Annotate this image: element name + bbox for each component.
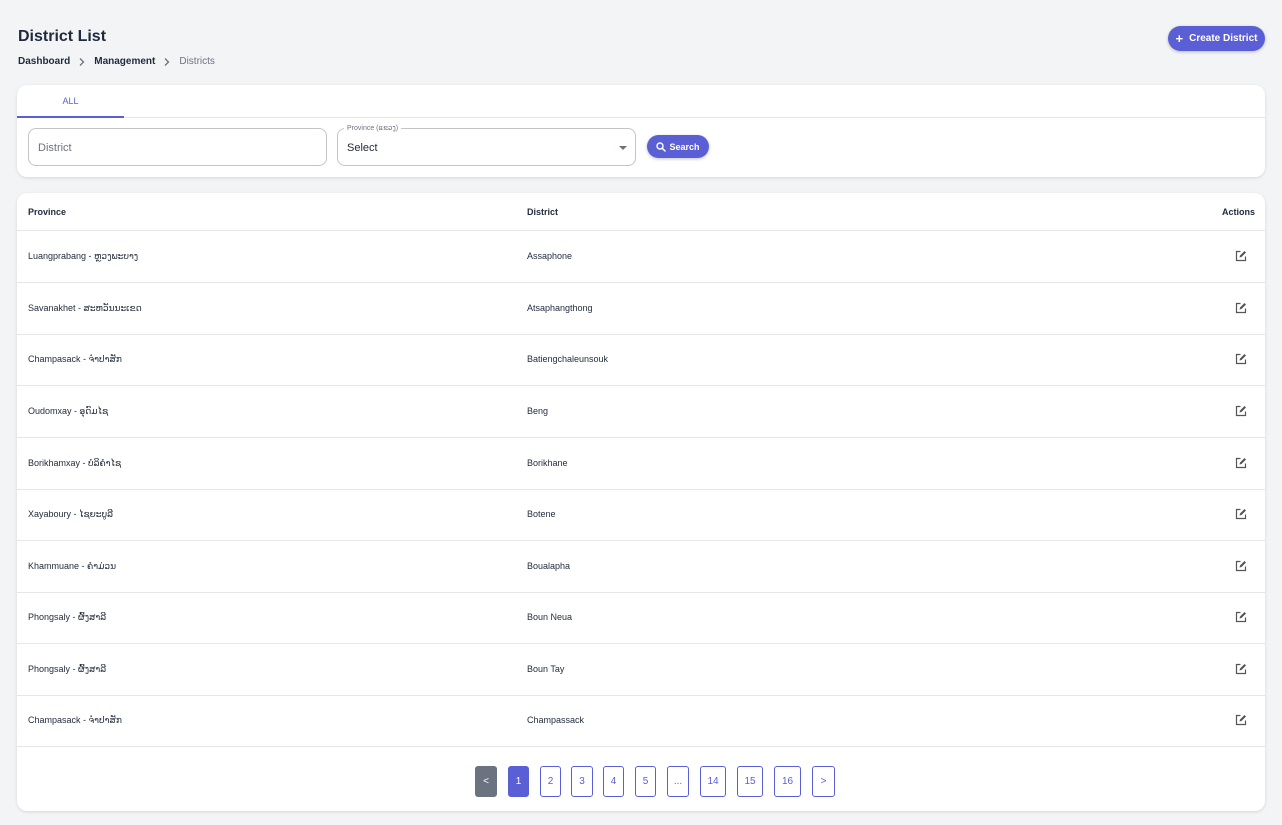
pagination-page-1[interactable]: 1 (508, 766, 529, 797)
column-header-actions: Actions (1221, 207, 1255, 217)
province-cell: Phongsaly - ຜົ້ງສາລີ (28, 664, 107, 674)
edit-icon[interactable] (1235, 508, 1247, 520)
column-header-district: District (527, 207, 559, 217)
table-row: Borikhamxay - ບໍລິຄຳໄຊ Borikhane (17, 438, 1265, 490)
create-district-button[interactable]: + Create District (1168, 26, 1265, 51)
edit-icon[interactable] (1235, 560, 1247, 572)
edit-icon[interactable] (1235, 714, 1247, 726)
edit-icon[interactable] (1235, 663, 1247, 675)
district-table: Province District Actions Luangprabang -… (17, 193, 1265, 811)
province-cell: Savanakhet - ສະຫວັນນະເຂດ (28, 303, 142, 313)
district-cell: Botene (527, 509, 556, 519)
breadcrumb-dashboard[interactable]: Dashboard (18, 56, 70, 67)
edit-icon[interactable] (1235, 611, 1247, 623)
district-cell: Boun Neua (527, 612, 573, 622)
province-cell: Champasack - ຈຳປາສັກ (28, 354, 122, 364)
pagination-prev-button[interactable]: < (475, 766, 497, 797)
edit-icon[interactable] (1235, 405, 1247, 417)
pagination-page-4[interactable]: 4 (603, 766, 624, 797)
breadcrumb-districts: Districts (179, 56, 215, 67)
breadcrumb-management[interactable]: Management (94, 56, 155, 67)
tab-all[interactable]: ALL (17, 85, 124, 118)
pagination: < 1 2 3 4 5 ... 14 15 16 > (17, 766, 1265, 797)
table-row: Phongsaly - ຜົ້ງສາລີ Boun Tay (17, 644, 1265, 696)
table-row: Phongsaly - ຜົ້ງສາລີ Boun Neua (17, 592, 1265, 644)
chevron-right-icon (164, 57, 170, 66)
province-cell: Khammuane - ຄຳມ່ວນ (28, 561, 117, 571)
district-cell: Champassack (527, 715, 585, 725)
district-cell: Assaphone (527, 251, 573, 261)
caret-down-icon (619, 146, 627, 150)
table-row: Savanakhet - ສະຫວັນນະເຂດ Atsaphangthong (17, 283, 1265, 335)
chevron-right-icon (79, 57, 85, 66)
table-row: Xayaboury - ໄຊຍະບູລີ Botene (17, 489, 1265, 541)
search-button[interactable]: Search (647, 135, 709, 158)
plus-icon: + (1175, 31, 1184, 46)
page-title: District List (18, 28, 107, 45)
create-district-label: Create District (1189, 33, 1258, 44)
column-header-province: Province (28, 207, 67, 217)
province-select[interactable]: Province (ແຂວງ) Select (337, 124, 636, 166)
breadcrumb: Dashboard Management Districts (18, 56, 215, 67)
province-cell: Phongsaly - ຜົ້ງສາລີ (28, 612, 107, 622)
province-select-value: Select (347, 142, 378, 154)
tab-bar: ALL (17, 85, 1265, 118)
district-cell: Atsaphangthong (527, 303, 593, 313)
search-button-label: Search (669, 141, 700, 152)
table-header: Province District Actions (17, 193, 1265, 231)
edit-icon[interactable] (1235, 353, 1247, 365)
pagination-page-5[interactable]: 5 (635, 766, 656, 797)
filter-panel: ALL District Province (ແຂວງ) Select Sear… (17, 85, 1265, 177)
district-cell: Boun Tay (527, 664, 565, 674)
pagination-page-16[interactable]: 16 (774, 766, 801, 797)
pagination-page-3[interactable]: 3 (571, 766, 593, 797)
province-cell: Champasack - ຈຳປາສັກ (28, 715, 122, 725)
edit-icon[interactable] (1235, 250, 1247, 262)
district-cell: Boualapha (527, 561, 571, 571)
district-cell: Batiengchaleunsouk (527, 354, 609, 364)
district-cell: Borikhane (527, 458, 568, 468)
province-cell: Xayaboury - ໄຊຍະບູລີ (28, 509, 113, 519)
edit-icon[interactable] (1235, 302, 1247, 314)
pagination-page-15[interactable]: 15 (737, 766, 763, 797)
district-search-input[interactable]: District (28, 128, 327, 166)
table-row: Champasack - ຈຳປາສັກ Champassack (17, 695, 1265, 747)
pagination-ellipsis: ... (667, 766, 689, 797)
pagination-page-14[interactable]: 14 (700, 766, 726, 797)
province-select-label: Province (ແຂວງ) (344, 124, 402, 132)
province-cell: Oudomxay - ອຸດົມໄຊ (28, 406, 109, 416)
province-cell: Luangprabang - ຫຼວງພະບາງ (28, 251, 139, 261)
search-icon (656, 141, 667, 152)
district-placeholder: District (38, 142, 72, 154)
table-row: Champasack - ຈຳປາສັກ Batiengchaleunsouk (17, 334, 1265, 386)
table-row: Luangprabang - ຫຼວງພະບາງ Assaphone (17, 231, 1265, 283)
province-cell: Borikhamxay - ບໍລິຄຳໄຊ (28, 458, 122, 468)
edit-icon[interactable] (1235, 457, 1247, 469)
pagination-next-button[interactable]: > (812, 766, 835, 797)
pagination-page-2[interactable]: 2 (540, 766, 561, 797)
table-row: Khammuane - ຄຳມ່ວນ Boualapha (17, 541, 1265, 593)
table-row: Oudomxay - ອຸດົມໄຊ Beng (17, 386, 1265, 438)
district-cell: Beng (527, 406, 549, 416)
